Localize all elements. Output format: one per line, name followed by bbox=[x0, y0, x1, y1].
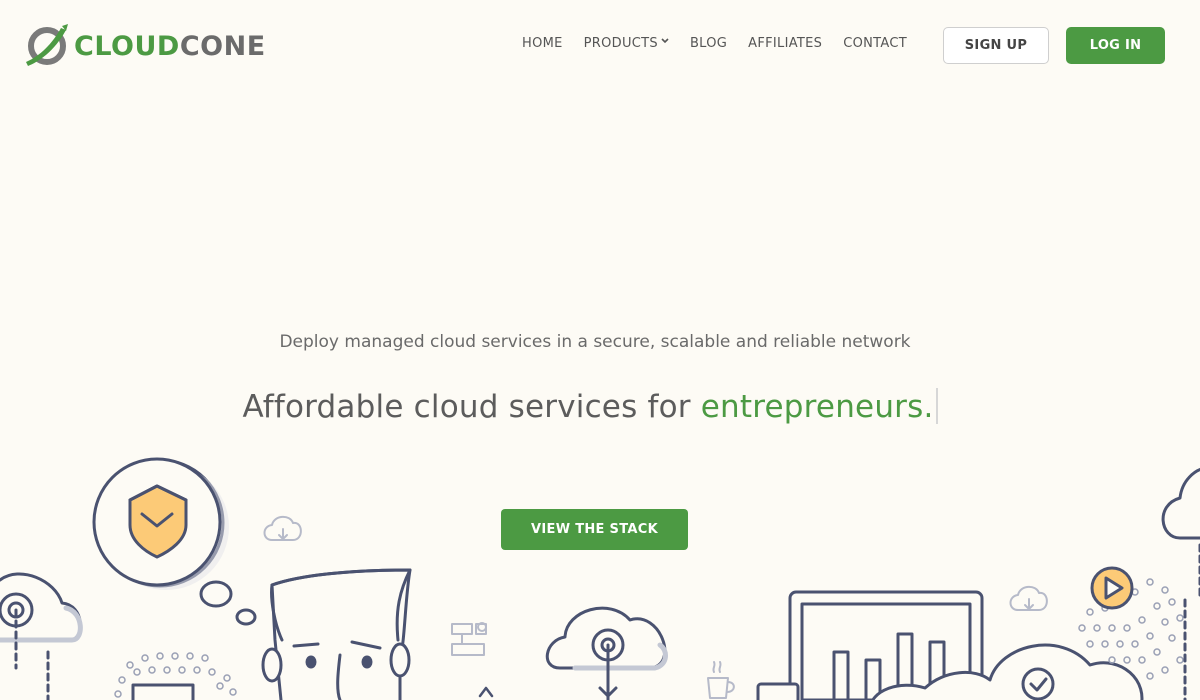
brand-logo[interactable]: CLOUDCONE bbox=[24, 22, 266, 70]
hero-subtitle: Deploy managed cloud services in a secur… bbox=[279, 332, 911, 352]
nav-contact[interactable]: CONTACT bbox=[843, 36, 907, 51]
nav-home[interactable]: HOME bbox=[522, 36, 563, 51]
nav-blog[interactable]: BLOG bbox=[690, 36, 727, 51]
page: CLOUDCONE HOME PRODUCTS BLOG AFFILIATES … bbox=[0, 0, 1200, 700]
cloud-edge-right bbox=[1161, 468, 1200, 700]
nav-products-label: PRODUCTS bbox=[583, 36, 658, 51]
man-face-illustration bbox=[261, 568, 412, 700]
coffee-cup-icon bbox=[707, 661, 735, 699]
cloud-upload-icon-center bbox=[545, 606, 668, 700]
chevron-down-icon bbox=[661, 37, 669, 47]
nav-affiliates[interactable]: AFFILIATES bbox=[748, 36, 822, 51]
login-button[interactable]: LOG IN bbox=[1066, 27, 1165, 64]
shield-check-icon bbox=[92, 457, 229, 590]
signup-button[interactable]: SIGN UP bbox=[943, 27, 1049, 64]
main-nav: HOME PRODUCTS BLOG AFFILIATES CONTACT bbox=[522, 36, 907, 51]
cloud-upload-icon-left bbox=[0, 572, 83, 700]
brand-name-part1: CLOUD bbox=[74, 30, 180, 62]
brand-name-part2: CONE bbox=[179, 30, 266, 62]
cloud-download-icon bbox=[263, 515, 302, 541]
play-button-icon bbox=[1090, 566, 1134, 610]
hero-title-accent: entrepreneurs. bbox=[700, 389, 934, 425]
brand-name: CLOUDCONE bbox=[74, 33, 266, 60]
cloud-download-icon-right bbox=[1009, 585, 1048, 611]
hero-illustration bbox=[0, 457, 1200, 700]
hero-title-prefix: Affordable cloud services for bbox=[242, 389, 701, 425]
flowchart-icon bbox=[451, 622, 487, 656]
typing-cursor bbox=[935, 388, 938, 424]
hero-title: Affordable cloud services for entreprene… bbox=[0, 388, 1180, 425]
cloudcone-logo-icon bbox=[26, 24, 68, 66]
nav-products[interactable]: PRODUCTS bbox=[584, 36, 669, 51]
